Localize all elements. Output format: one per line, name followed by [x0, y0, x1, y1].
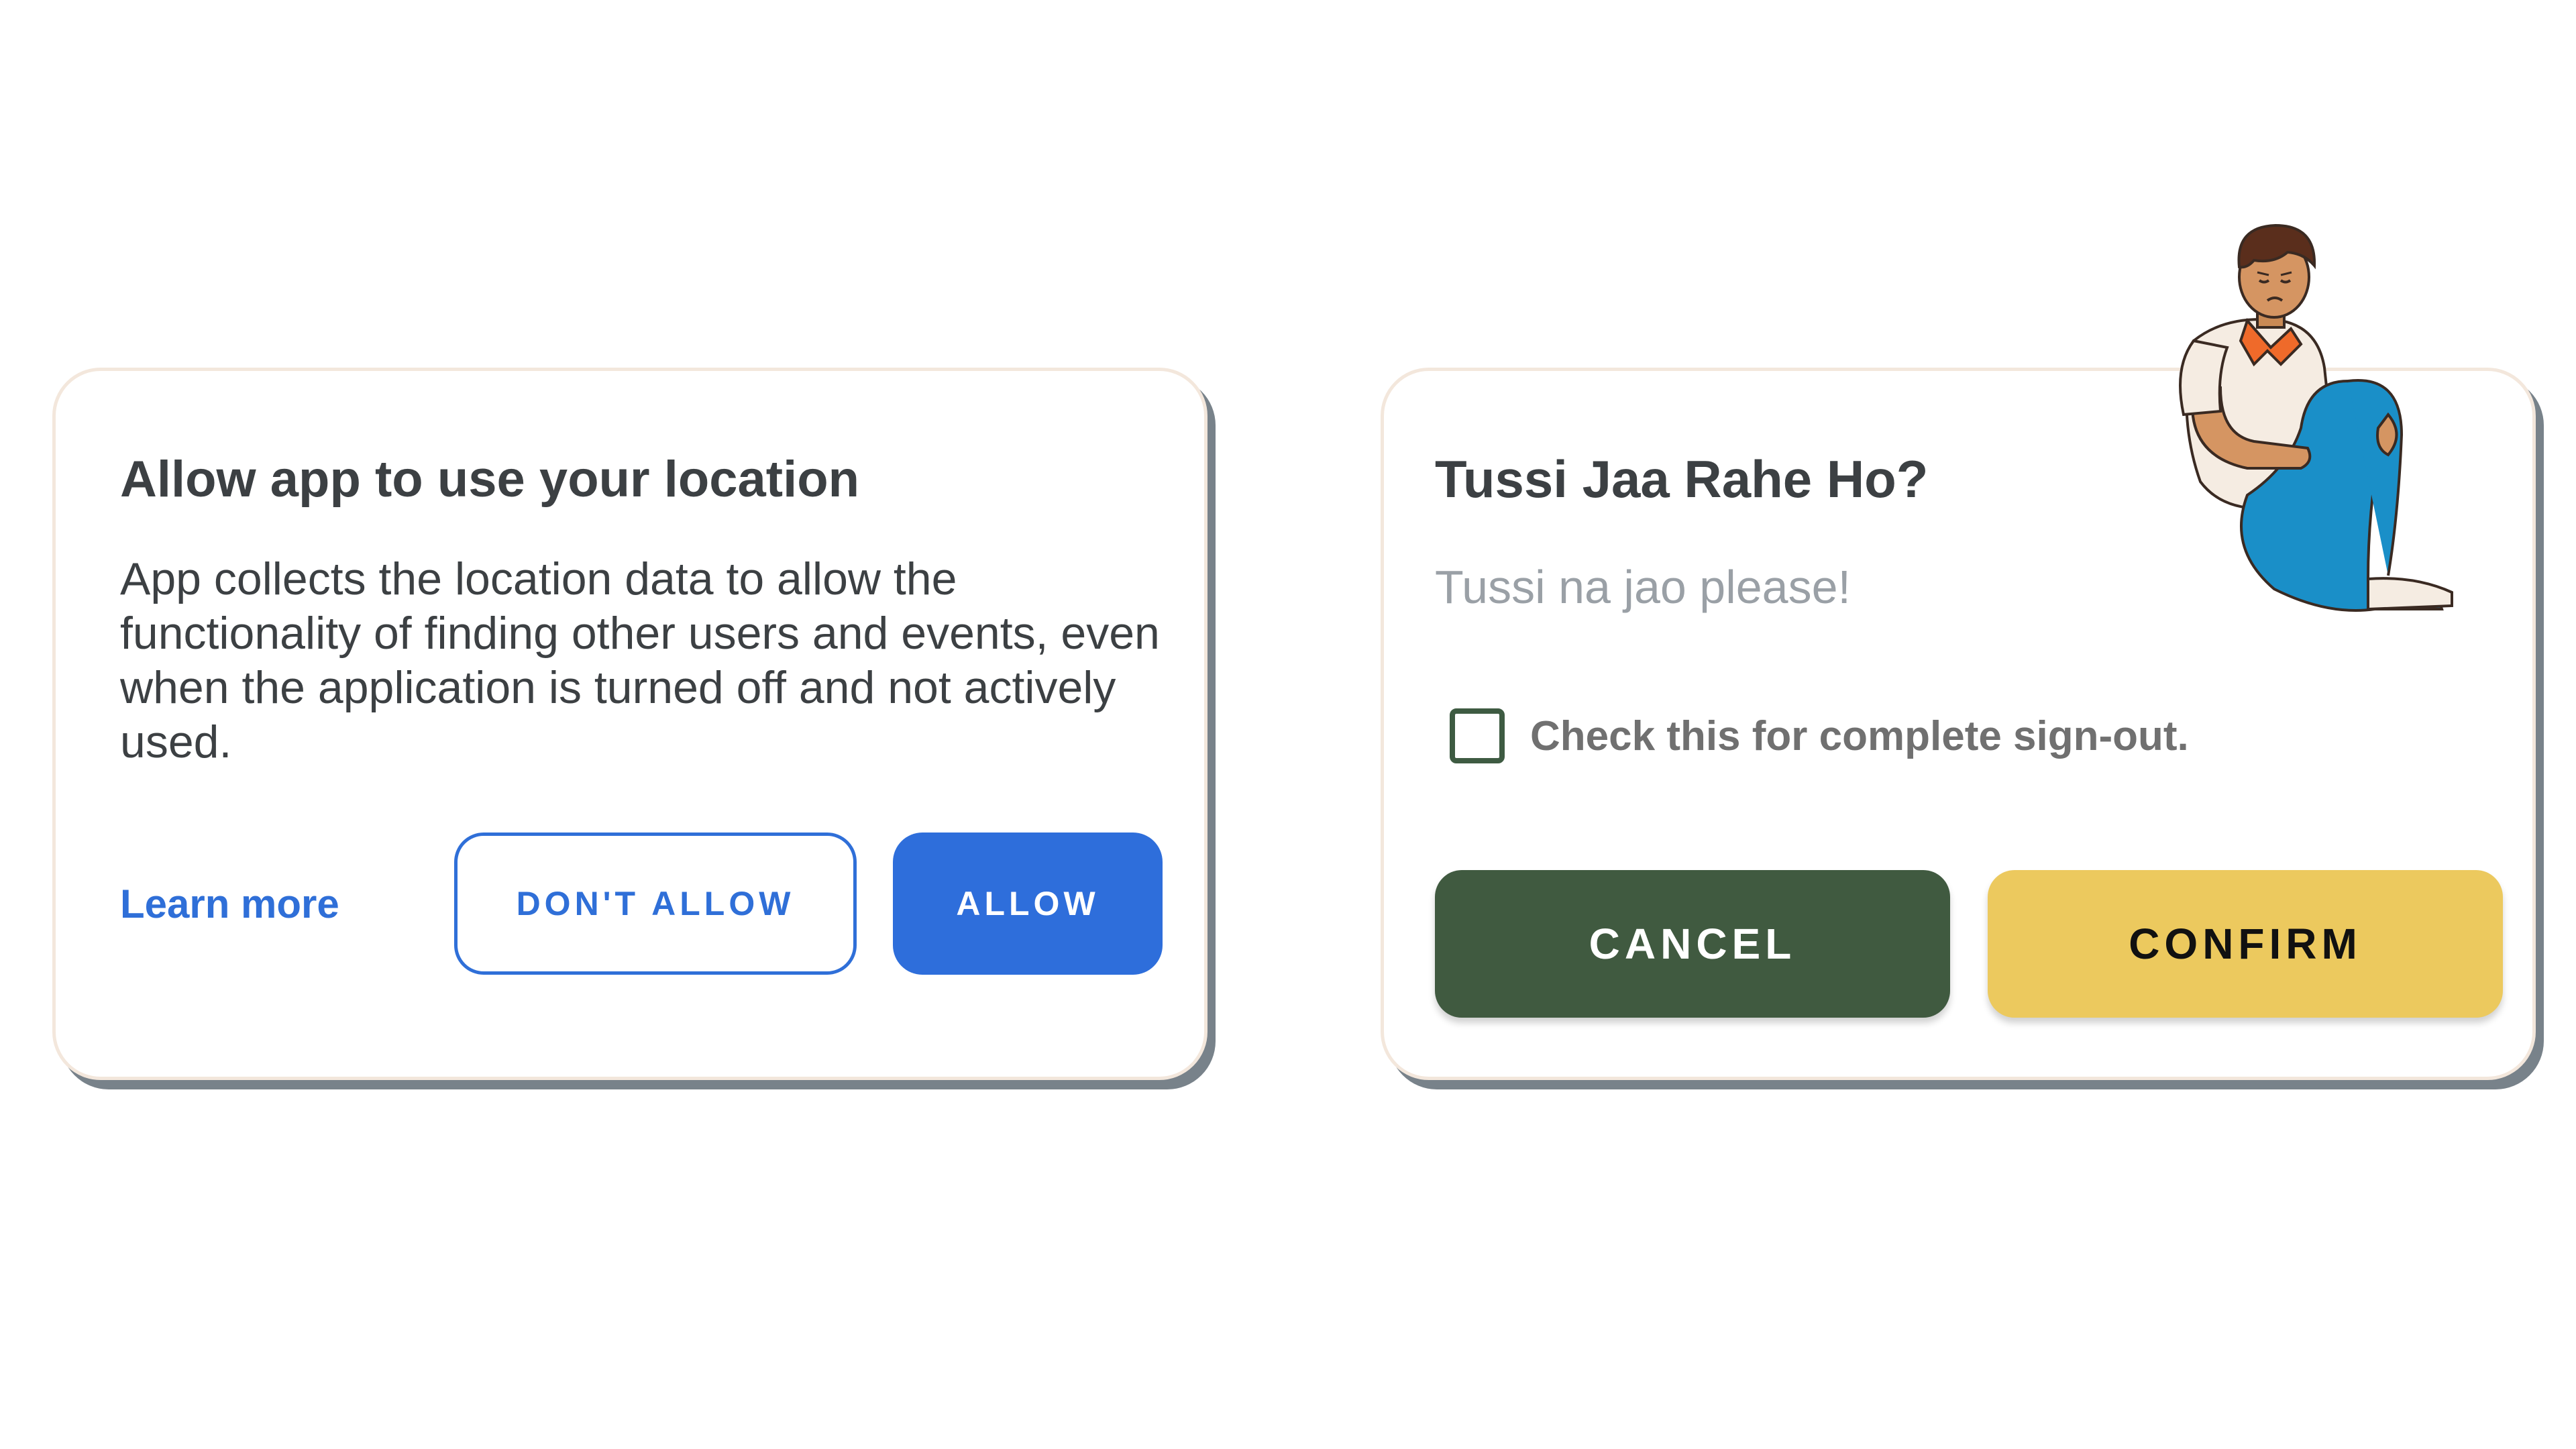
dialog-subtitle: Tussi na jao please! [1435, 561, 1851, 613]
confirm-button[interactable]: CONFIRM [1988, 870, 2503, 1018]
dialog-title: Allow app to use your location [120, 451, 860, 508]
dont-allow-button[interactable]: DON'T ALLOW [454, 833, 857, 975]
sad-person-sitting-icon [2179, 223, 2453, 612]
allow-button[interactable]: ALLOW [893, 833, 1163, 975]
complete-signout-checkbox[interactable] [1450, 708, 1505, 763]
learn-more-link[interactable]: Learn more [120, 881, 339, 927]
checkbox-label: Check this for complete sign-out. [1530, 712, 2189, 759]
location-permission-dialog: Allow app to use your location App colle… [52, 368, 1208, 1080]
complete-signout-checkbox-row[interactable]: Check this for complete sign-out. [1450, 708, 2189, 763]
cancel-button[interactable]: CANCEL [1435, 870, 1950, 1018]
dialog-body: App collects the location data to allow … [120, 553, 1160, 767]
dialog-title: Tussi Jaa Rahe Ho? [1435, 449, 1929, 508]
canvas: Allow app to use your location App colle… [0, 0, 2576, 1449]
